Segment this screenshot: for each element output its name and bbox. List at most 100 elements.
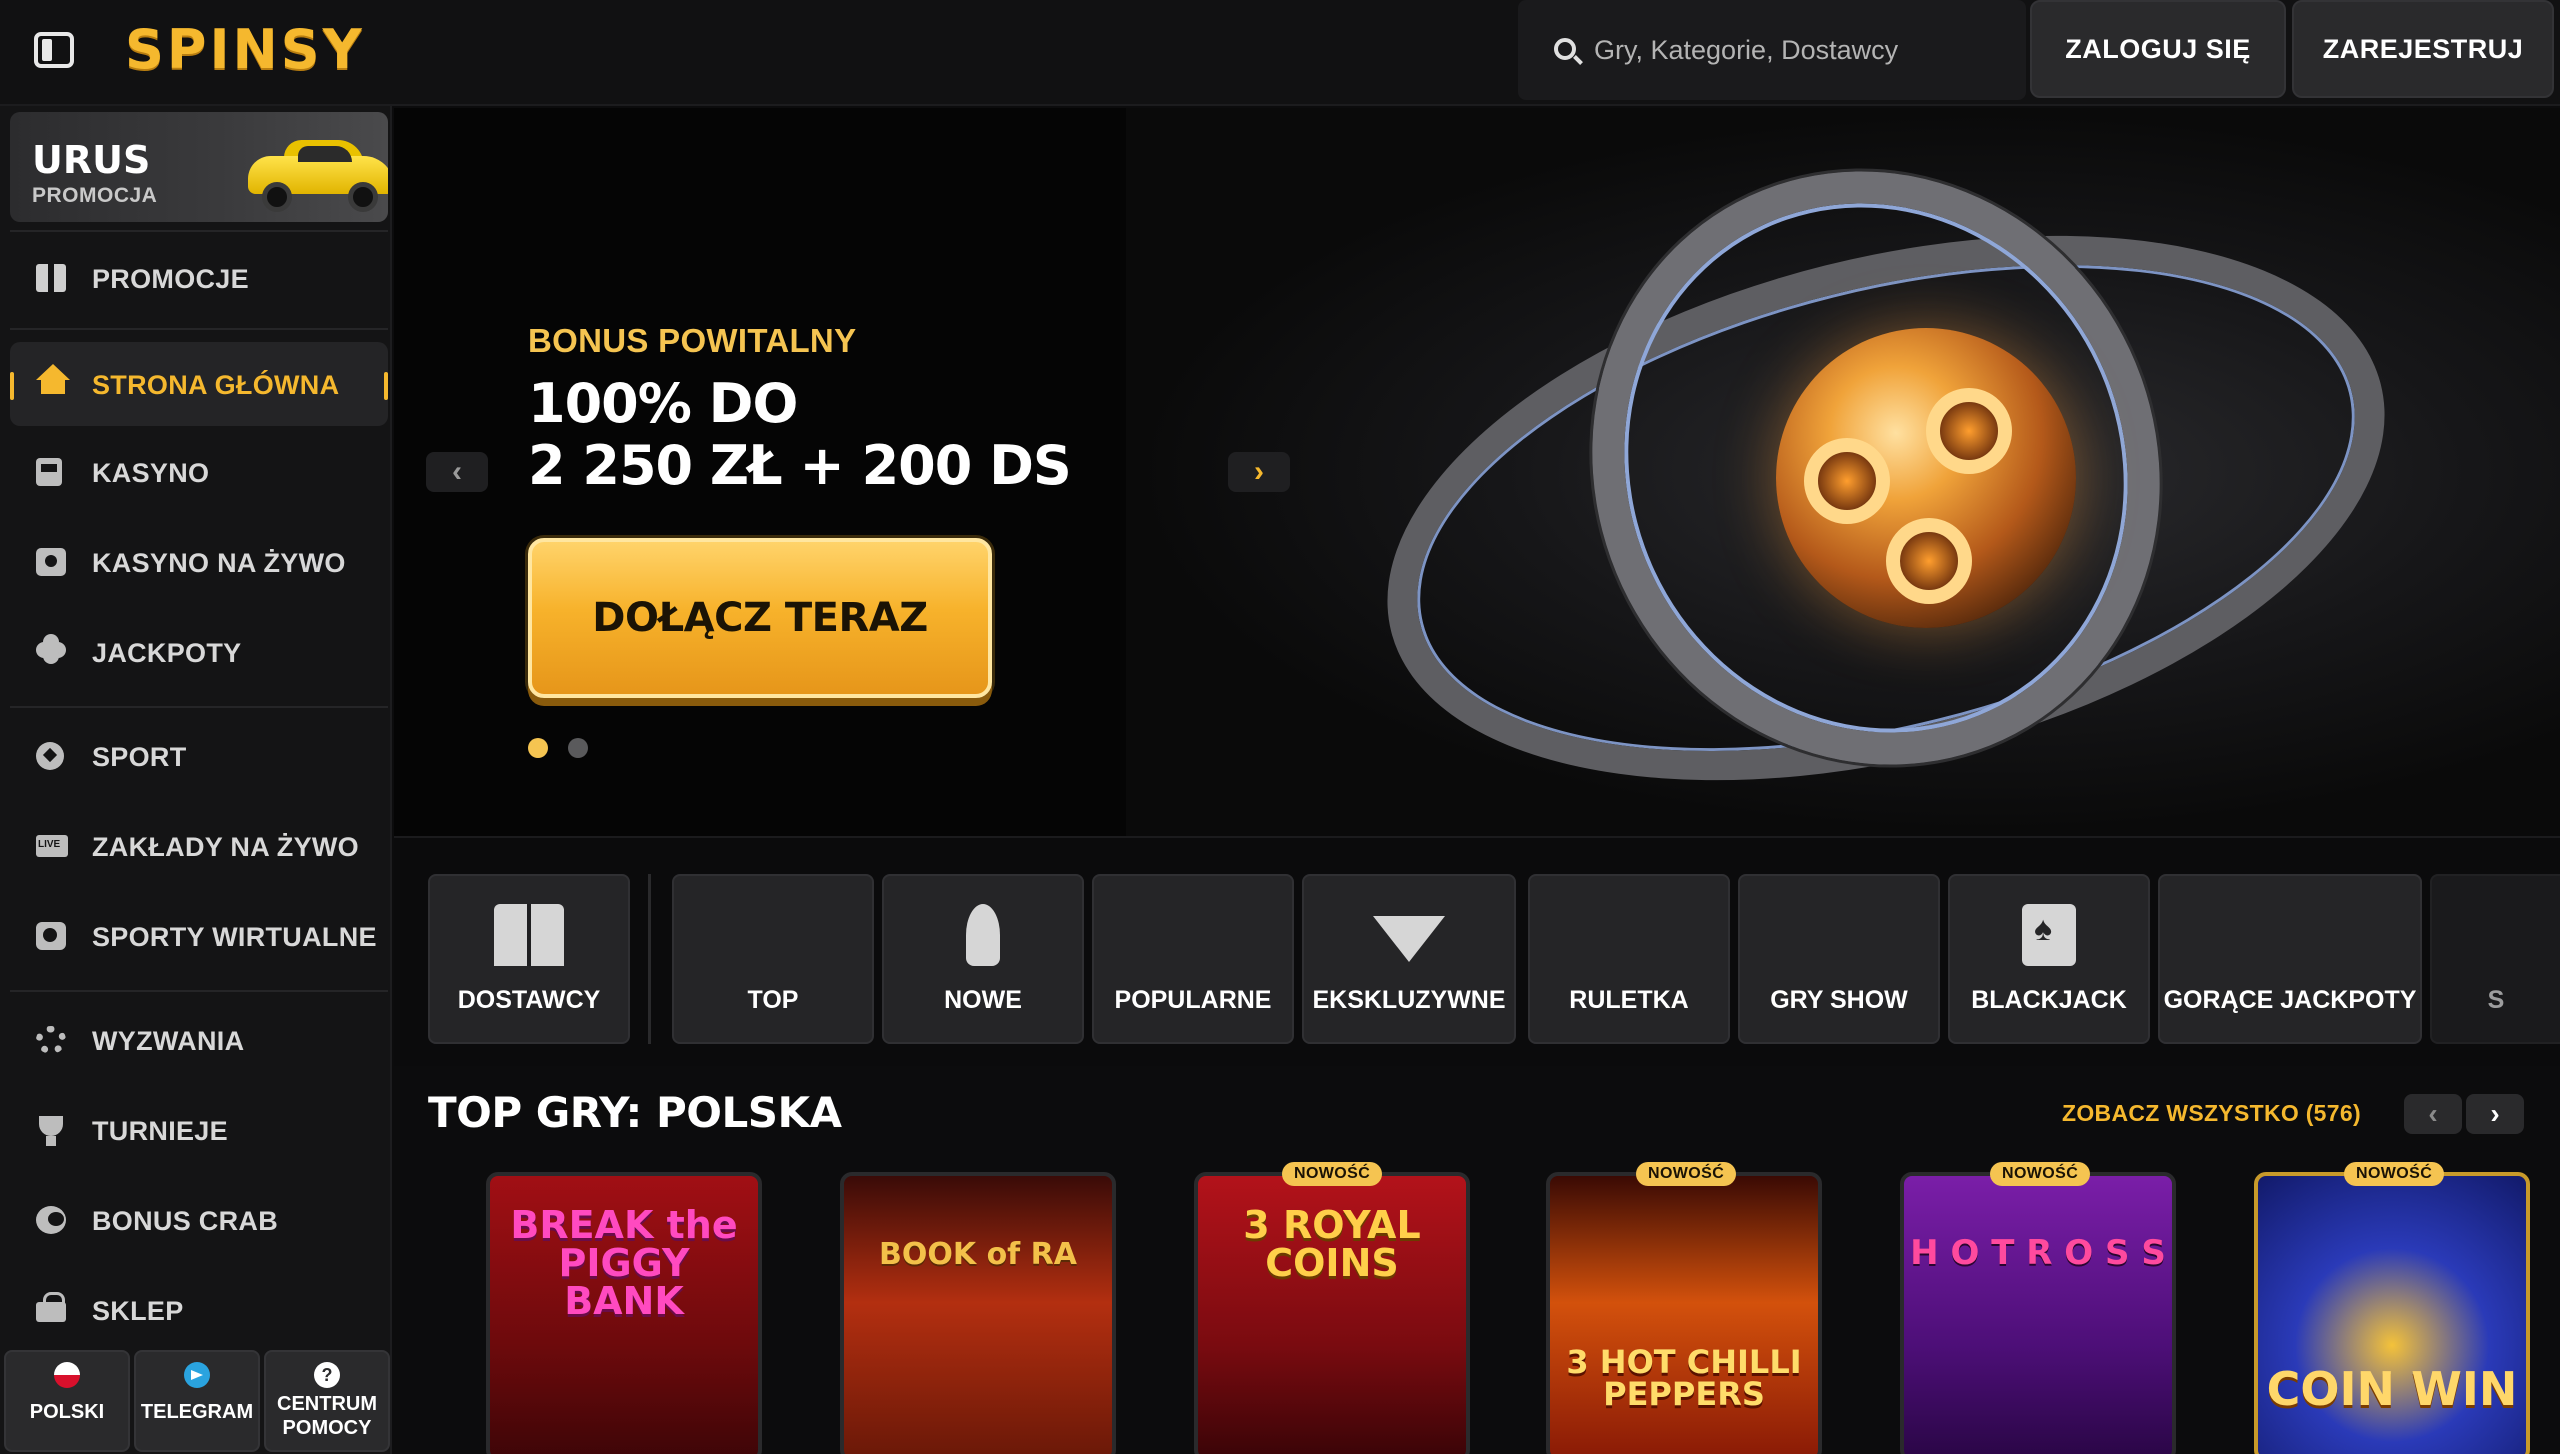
game-title: 3 HOT CHILLI PEPPERS (1566, 1343, 1802, 1413)
help-center-label: CENTRUM POMOCY (277, 1393, 377, 1439)
clover-icon (36, 634, 66, 666)
game-card-hot-chilli-peppers[interactable]: 3 HOT CHILLI PEPPERS (1546, 1172, 1822, 1454)
language-button[interactable]: POLSKI (4, 1350, 130, 1452)
sidebar-item-label: SPORTY WIRTUALNE (92, 922, 377, 952)
slide-dot[interactable] (568, 738, 588, 758)
gift-icon (36, 264, 66, 292)
logo[interactable]: SPINSY (125, 18, 365, 81)
diamond-icon (1373, 916, 1445, 962)
join-now-button[interactable]: DOŁĄCZ TERAZ (528, 538, 992, 698)
sidebar-item-promocje[interactable]: PROMOCJE (10, 236, 388, 320)
game-title: BREAK the PIGGY BANK (510, 1203, 738, 1323)
game-title: BOOK of RA (879, 1237, 1077, 1272)
sidebar-item-challenges[interactable]: WYZWANIA (10, 998, 388, 1082)
sidebar-item-live-bets[interactable]: ZAKŁADY NA ŻYWO (10, 804, 388, 888)
hero-next-button[interactable]: › (1228, 452, 1290, 492)
sidebar-item-shop[interactable]: SKLEP (10, 1268, 388, 1352)
category-bar: DOSTAWCY TOP NOWE POPULARNE EKSKLUZYWNE … (394, 836, 2560, 1066)
slide-dot-active[interactable] (528, 738, 548, 758)
slot-machine-icon (36, 458, 62, 486)
section-title: TOP GRY: POLSKA (428, 1088, 842, 1137)
hero-headline-line-1: 100% DO (528, 372, 798, 435)
category-label: DOSTAWCY (457, 986, 601, 1014)
divider (648, 874, 651, 1044)
new-badge: NOWOŚĆ (1990, 1162, 2091, 1186)
category-hot-jackpots[interactable]: GORĄCE JACKPOTY (2158, 874, 2422, 1044)
game-title: H O T R O S S (1910, 1233, 2166, 1273)
category-label: POPULARNE (1114, 986, 1272, 1014)
see-all-link[interactable]: ZOBACZ WSZYSTKO (576) (2062, 1100, 2361, 1127)
category-popular[interactable]: POPULARNE (1092, 874, 1294, 1044)
category-label: NOWE (944, 986, 1022, 1014)
home-icon (36, 364, 70, 394)
sidebar-toggle-icon[interactable] (34, 32, 74, 68)
new-badge: NOWOŚĆ (2344, 1162, 2445, 1186)
sidebar-item-bonus-crab[interactable]: BONUS CRAB (10, 1178, 388, 1262)
category-label: RULETKA (1569, 986, 1689, 1014)
category-providers[interactable]: DOSTAWCY (428, 874, 630, 1044)
hero-headline-line-2: 2 250 ZŁ + 200 DS (528, 434, 1072, 497)
sidebar-item-tournaments[interactable]: TURNIEJE (10, 1088, 388, 1172)
register-button[interactable]: ZAREJESTRUJ (2292, 0, 2554, 98)
category-new[interactable]: NOWE (882, 874, 1084, 1044)
rocket-icon (966, 904, 1000, 966)
help-icon: ? (314, 1362, 340, 1388)
login-button[interactable]: ZALOGUJ SIĘ (2030, 0, 2286, 98)
virtual-sports-icon (36, 922, 66, 950)
sidebar-item-sport[interactable]: SPORT (10, 714, 388, 798)
sidebar-item-label: BONUS CRAB (92, 1206, 279, 1236)
sidebar-item-label: WYZWANIA (92, 1026, 245, 1056)
category-top[interactable]: TOP (672, 874, 874, 1044)
sidebar-item-virtual-sports[interactable]: SPORTY WIRTUALNE (10, 894, 388, 978)
new-badge: NOWOŚĆ (1282, 1162, 1383, 1186)
category-roulette[interactable]: RULETKA (1528, 874, 1730, 1044)
search-box[interactable] (1518, 0, 2026, 100)
category-game-shows[interactable]: GRY SHOW (1738, 874, 1940, 1044)
game-card-hot-ross[interactable]: H O T R O S S (1900, 1172, 2176, 1454)
category-more[interactable]: S (2430, 874, 2560, 1044)
hero-kicker: BONUS POWITALNY (528, 322, 857, 359)
games-prev-button[interactable]: ‹ (2404, 1094, 2462, 1134)
game-title: 3 ROYAL COINS (1243, 1203, 1421, 1285)
sidebar-item-label: KASYNO (92, 458, 210, 488)
trophy-icon (39, 1116, 63, 1146)
category-label: EKSKLUZYWNE (1312, 986, 1506, 1014)
games-next-button[interactable]: › (2466, 1094, 2524, 1134)
new-badge: NOWOŚĆ (1636, 1162, 1737, 1186)
live-casino-icon (36, 548, 66, 576)
hero-prev-button[interactable]: ‹ (426, 452, 488, 492)
category-exclusive[interactable]: EKSKLUZYWNE (1302, 874, 1516, 1044)
top-bar: SPINSY ZALOGUJ SIĘ ZAREJESTRUJ (0, 0, 2560, 106)
game-card-3-royal-coins[interactable]: 3 ROYAL COINS (1194, 1172, 1470, 1454)
category-blackjack[interactable]: BLACKJACK (1948, 874, 2150, 1044)
divider (10, 230, 388, 232)
sidebar-item-live-casino[interactable]: KASYNO NA ŻYWO (10, 520, 388, 604)
sidebar-item-jackpots[interactable]: JACKPOTY (10, 610, 388, 694)
category-label: TOP (747, 986, 799, 1014)
urus-promo-card[interactable]: URUS PROMOCJA (10, 112, 388, 222)
football-icon (36, 742, 64, 770)
crab-icon (36, 1206, 66, 1234)
book-icon (494, 904, 564, 966)
language-label: POLSKI (29, 1401, 105, 1423)
game-card-book-of-ra[interactable]: BOOK of RA (840, 1172, 1116, 1454)
sidebar-item-casino[interactable]: KASYNO (10, 430, 388, 514)
live-bets-icon (36, 835, 68, 857)
divider (10, 328, 388, 330)
sidebar-item-label: JACKPOTY (92, 638, 242, 668)
help-center-button[interactable]: ? CENTRUM POMOCY (264, 1350, 390, 1452)
telegram-button[interactable]: TELEGRAM (134, 1350, 260, 1452)
gear-icon (36, 1026, 66, 1054)
search-input[interactable] (1594, 26, 2004, 74)
promo-title: URUS (32, 138, 151, 182)
game-card-coin-win[interactable]: COIN WIN (2254, 1172, 2530, 1454)
car-image (244, 134, 388, 214)
category-label: GORĄCE JACKPOTY (2163, 986, 2417, 1014)
shop-icon (36, 1292, 66, 1322)
promo-subtitle: PROMOCJA (32, 184, 158, 207)
sidebar-item-home[interactable]: STRONA GŁÓWNA (10, 342, 388, 426)
sidebar-item-label: SPORT (92, 742, 187, 772)
game-card-break-the-piggy-bank[interactable]: BREAK the PIGGY BANK (486, 1172, 762, 1454)
sidebar-item-label: SKLEP (92, 1296, 184, 1326)
cards-icon (2022, 904, 2076, 966)
